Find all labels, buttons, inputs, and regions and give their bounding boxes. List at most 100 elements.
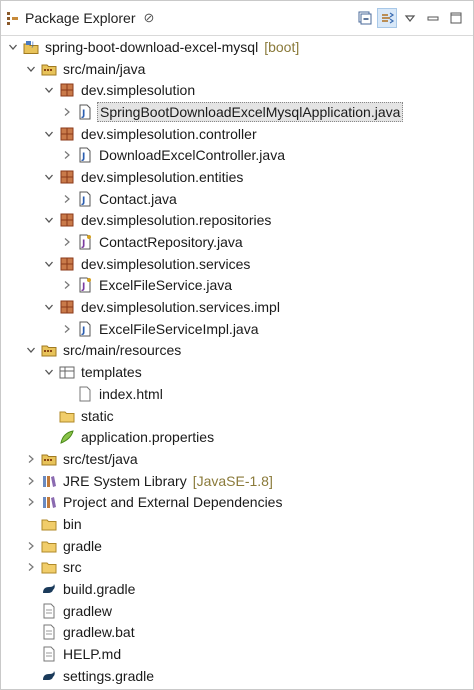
package-icon: [59, 82, 75, 98]
tree-item[interactable]: J ExcelFileService.java: [1, 275, 473, 297]
java-file-icon: J: [77, 147, 93, 163]
tree-item-label: SpringBootDownloadExcelMysqlApplication.…: [97, 101, 404, 122]
tree-item[interactable]: dev.simplesolution.repositories: [1, 210, 473, 232]
collapse-all-icon[interactable]: [356, 9, 374, 27]
chevron-right-icon[interactable]: [61, 279, 73, 291]
tree-item-label: dev.simplesolution.entities: [81, 168, 244, 185]
tree-item[interactable]: gradlew.bat: [1, 622, 473, 644]
svg-text:J: J: [81, 239, 85, 249]
tree-item-decoration: [boot]: [264, 38, 300, 55]
tree-item[interactable]: templates: [1, 361, 473, 383]
tree-item-label: static: [81, 407, 114, 424]
chevron-right-icon[interactable]: [25, 561, 37, 573]
chevron-down-icon[interactable]: [43, 214, 55, 226]
tree-item[interactable]: J ContactRepository.java: [1, 231, 473, 253]
tree-item[interactable]: src/main/java: [1, 58, 473, 80]
tree-item-decoration: [JavaSE-1.8]: [192, 472, 273, 489]
chevron-down-icon[interactable]: [43, 366, 55, 378]
tree-item[interactable]: J DownloadExcelController.java: [1, 144, 473, 166]
chevron-down-icon[interactable]: [43, 301, 55, 313]
tree-item[interactable]: gradlew: [1, 600, 473, 622]
chevron-down-icon[interactable]: [43, 128, 55, 140]
svg-text:J: J: [81, 152, 85, 162]
properties-file-icon: [59, 429, 75, 445]
tree-item[interactable]: static: [1, 405, 473, 427]
chevron-down-icon[interactable]: [25, 63, 37, 75]
text-file-icon: [41, 646, 57, 662]
chevron-right-icon[interactable]: [61, 193, 73, 205]
chevron-right-icon[interactable]: [25, 453, 37, 465]
tree-item-label: build.gradle: [63, 581, 136, 598]
project-icon: J: [23, 39, 39, 55]
chevron-right-icon[interactable]: [25, 475, 37, 487]
svg-text:J: J: [81, 109, 85, 119]
text-file-icon: [41, 603, 57, 619]
chevron-right-icon[interactable]: [61, 149, 73, 161]
tree-item-label: dev.simplesolution.services.impl: [81, 299, 280, 316]
tree-item[interactable]: src/test/java: [1, 448, 473, 470]
view-tab[interactable]: Package Explorer ⊘: [1, 1, 154, 35]
view-title-bar: Package Explorer ⊘: [1, 1, 473, 36]
package-explorer-icon: [6, 11, 20, 25]
svg-text:J: J: [81, 282, 85, 292]
tree-item[interactable]: HELP.md: [1, 643, 473, 665]
tree-item[interactable]: J Contact.java: [1, 188, 473, 210]
library-icon: [41, 473, 57, 489]
tree-item[interactable]: dev.simplesolution.services.impl: [1, 296, 473, 318]
templates-folder-icon: [59, 364, 75, 380]
tree-item-label: dev.simplesolution.repositories: [81, 212, 272, 229]
chevron-right-icon[interactable]: [25, 496, 37, 508]
tree-item[interactable]: dev.simplesolution.entities: [1, 166, 473, 188]
html-file-icon: [77, 386, 93, 402]
minimize-icon[interactable]: [424, 9, 442, 27]
tree-item[interactable]: dev.simplesolution.controller: [1, 123, 473, 145]
library-icon: [41, 494, 57, 510]
tree-item[interactable]: JRE System Library [JavaSE-1.8]: [1, 470, 473, 492]
tree-item-label: gradlew.bat: [63, 624, 135, 641]
tree-item[interactable]: src: [1, 557, 473, 579]
chevron-right-icon[interactable]: [25, 540, 37, 552]
tree-item-label: application.properties: [81, 429, 215, 446]
tree-item[interactable]: dev.simplesolution.services: [1, 253, 473, 275]
tree-item[interactable]: Project and External Dependencies: [1, 491, 473, 513]
tree-item-label: gradle: [63, 537, 102, 554]
tree-item[interactable]: J ExcelFileServiceImpl.java: [1, 318, 473, 340]
chevron-down-icon[interactable]: [25, 344, 37, 356]
chevron-down-icon[interactable]: [43, 258, 55, 270]
tree-item[interactable]: build.gradle: [1, 578, 473, 600]
package-icon: [59, 169, 75, 185]
tree-item[interactable]: index.html: [1, 383, 473, 405]
java-interface-file-icon: J: [77, 277, 93, 293]
tree-item-label: dev.simplesolution: [81, 82, 196, 99]
tree-item[interactable]: Jspring-boot-download-excel-mysql [boot]: [1, 36, 473, 58]
tree-item[interactable]: gradle: [1, 535, 473, 557]
maximize-icon[interactable]: [447, 9, 465, 27]
view-menu-icon[interactable]: [401, 9, 419, 27]
tree-item-label: ContactRepository.java: [99, 234, 243, 251]
link-with-editor-icon[interactable]: [377, 8, 397, 28]
close-view-icon[interactable]: ⊘: [144, 10, 155, 26]
chevron-right-icon[interactable]: [61, 323, 73, 335]
tree-item[interactable]: dev.simplesolution: [1, 79, 473, 101]
tree-item[interactable]: settings.gradle: [1, 665, 473, 687]
java-file-icon: J: [77, 321, 93, 337]
tree-item[interactable]: application.properties: [1, 426, 473, 448]
tree-item[interactable]: J SpringBootDownloadExcelMysqlApplication…: [1, 101, 473, 123]
chevron-down-icon[interactable]: [43, 171, 55, 183]
tree-item[interactable]: bin: [1, 513, 473, 535]
chevron-down-icon[interactable]: [43, 84, 55, 96]
tree-item-label: dev.simplesolution.controller: [81, 125, 257, 142]
tree-item[interactable]: src/main/resources: [1, 340, 473, 362]
chevron-down-icon[interactable]: [7, 41, 19, 53]
tree-item-label: dev.simplesolution.services: [81, 255, 251, 272]
tree-item-label: src/test/java: [63, 450, 138, 467]
chevron-right-icon[interactable]: [61, 236, 73, 248]
view-title: Package Explorer: [25, 10, 136, 26]
package-icon: [59, 126, 75, 142]
tree-item-label: src: [63, 559, 82, 576]
package-icon: [59, 299, 75, 315]
chevron-right-icon[interactable]: [61, 106, 73, 118]
